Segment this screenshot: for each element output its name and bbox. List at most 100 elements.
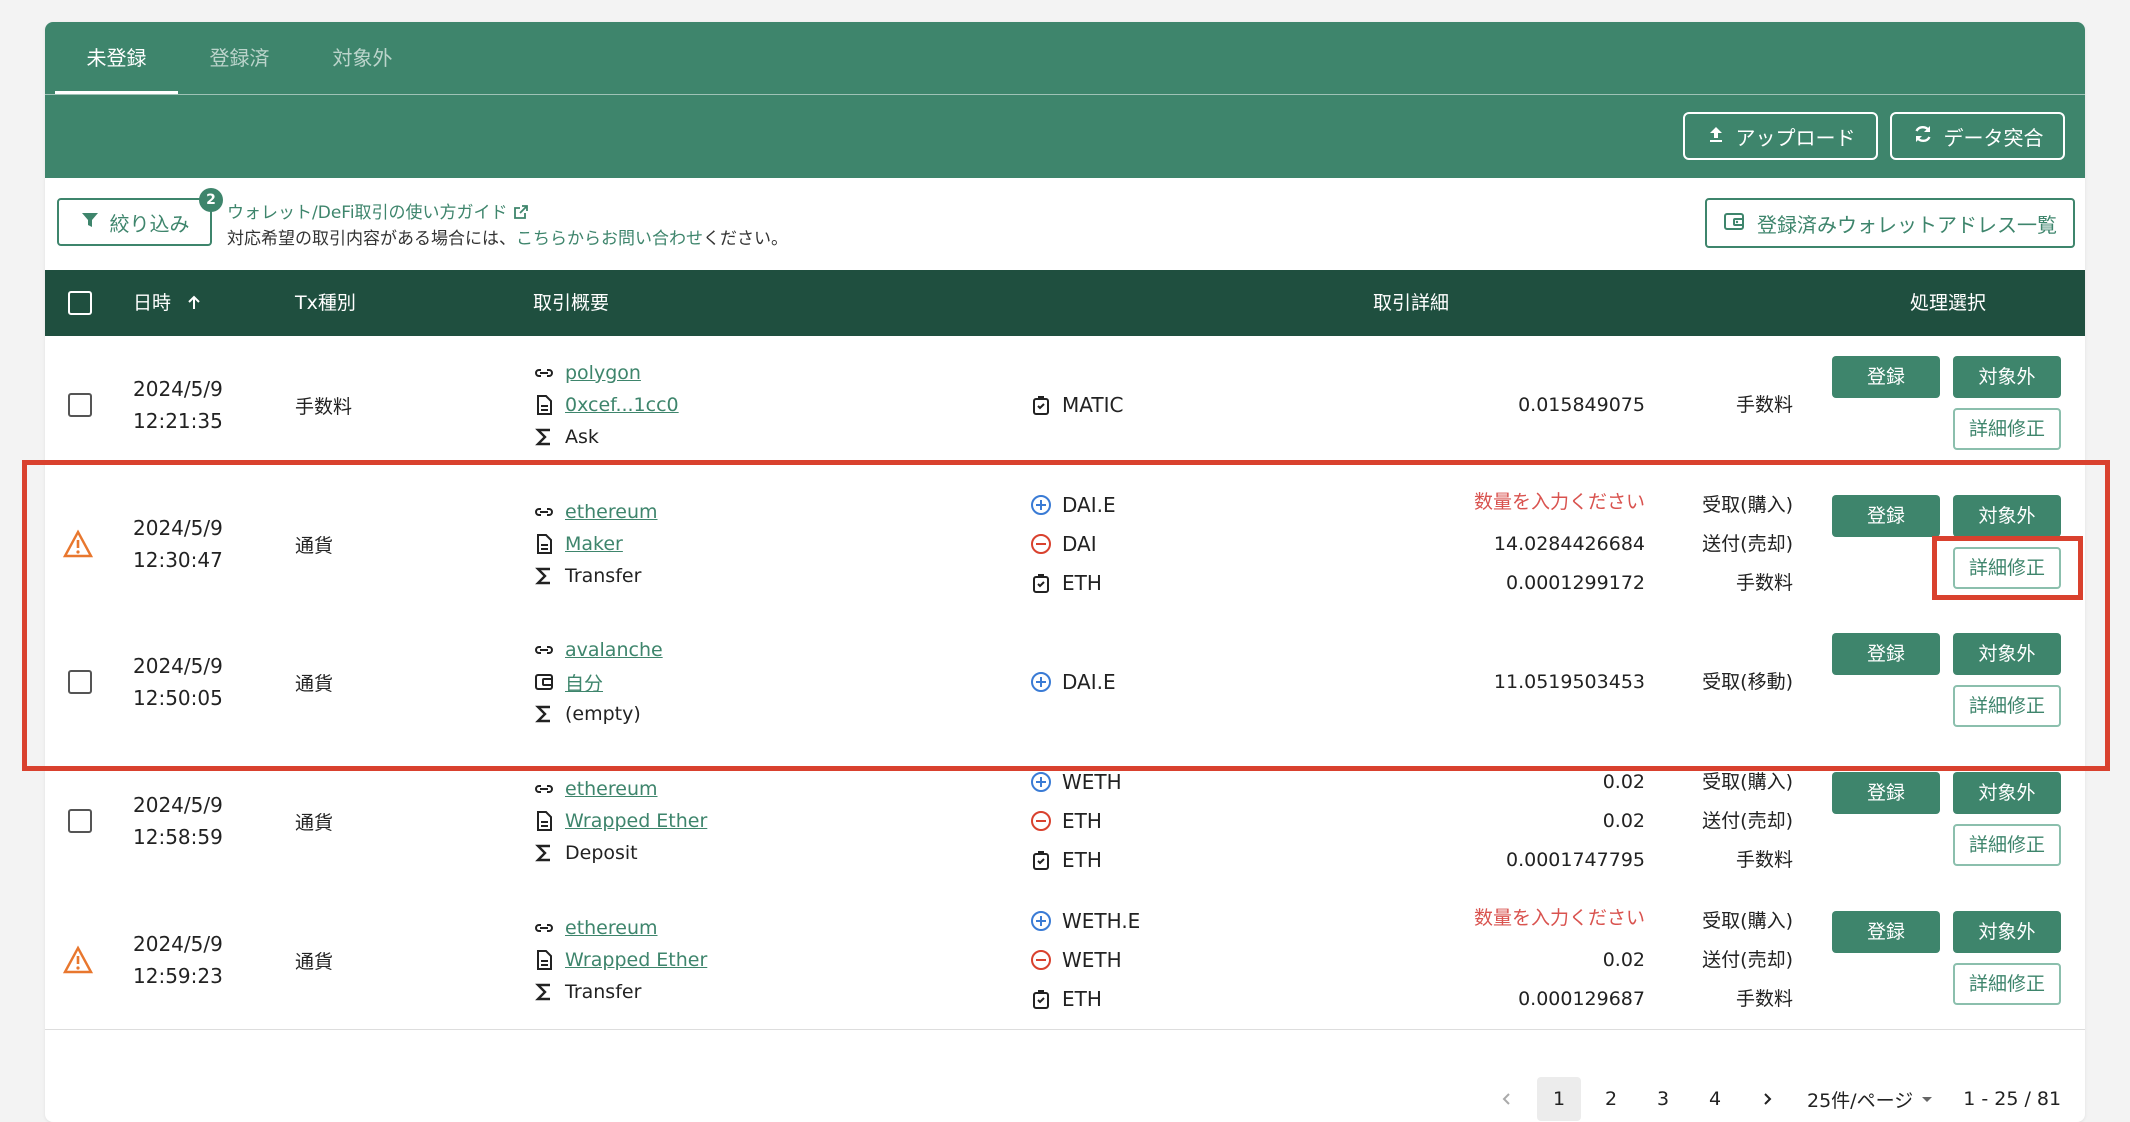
row-checkbox[interactable] — [68, 670, 92, 694]
register-button[interactable]: 登録 — [1832, 494, 1940, 537]
detail-amount: 0.0001747795 — [1505, 848, 1645, 871]
detail-amount: 0.02 — [1602, 809, 1645, 832]
table-header: 日時 Tx種別 取引概要 取引詳細 処理選択 — [45, 270, 2085, 336]
minus-circle-icon — [1030, 810, 1052, 832]
row-checkbox[interactable] — [68, 808, 92, 833]
exclude-button[interactable]: 対象外 — [1953, 356, 2061, 398]
detail-classification: 受取(移動) — [1702, 671, 1793, 693]
detail-classification: 受取(購入) — [1702, 770, 1793, 793]
column-datetime[interactable]: 日時 — [133, 270, 203, 336]
detail-asset: DAI.E — [1030, 667, 1116, 697]
row-method: Deposit — [565, 841, 638, 864]
edit-details-button[interactable]: 詳細修正 — [1953, 685, 2061, 727]
warning-icon — [62, 944, 94, 975]
fee-clipboard-icon — [1030, 988, 1052, 1010]
row-method: Transfer — [565, 564, 642, 587]
row-chain-link[interactable]: ethereum — [565, 501, 658, 523]
detail-asset: DAI.E — [1030, 490, 1116, 520]
prev-page-icon[interactable] — [1485, 1077, 1529, 1121]
column-detail: 取引詳細 — [1373, 292, 1450, 314]
detail-classification: 受取(購入) — [1702, 493, 1793, 516]
contact-notice: 対応希望の取引内容がある場合には、こちらからお問い合わせください。 — [227, 224, 788, 249]
tab-registered[interactable]: 登録済 — [178, 22, 301, 94]
detail-classification: 送付(売却) — [1702, 948, 1793, 971]
per-page-select[interactable]: 25件/ページ — [1807, 1086, 1933, 1113]
register-button[interactable]: 登録 — [1832, 356, 1940, 398]
tab-unregistered[interactable]: 未登録 — [55, 22, 178, 94]
register-button[interactable]: 登録 — [1832, 633, 1940, 675]
document-icon — [533, 949, 555, 971]
detail-asset: ETH — [1030, 984, 1102, 1014]
row-date: 2024/5/9 — [133, 931, 223, 956]
row-contract-link[interactable]: Maker — [565, 533, 623, 555]
select-all-checkbox[interactable] — [68, 291, 92, 315]
table-row: 2024/5/9 12:21:35 手数料 polygon 0xcef...1cc0 As… — [45, 336, 2085, 475]
edit-details-button[interactable]: 詳細修正 — [1953, 962, 2061, 1005]
row-tx-type: 通貨 — [295, 811, 334, 834]
detail-amount: 0.02 — [1602, 948, 1645, 971]
column-tx-type: Tx種別 — [295, 292, 356, 314]
detail-asset: DAI — [1030, 529, 1097, 559]
detail-amount: 0.015849075 — [1518, 394, 1645, 416]
fee-clipboard-icon — [1030, 849, 1052, 871]
plus-circle-icon — [1030, 910, 1052, 932]
summary-line: polygon — [533, 358, 641, 388]
row-chain-link[interactable]: ethereum — [565, 778, 658, 800]
contact-link[interactable]: こちらからお問い合わせ — [516, 229, 703, 249]
notice-text-end: ください。 — [703, 229, 788, 249]
summary-line: ethereum — [533, 774, 658, 804]
upload-button[interactable]: アップロード — [1683, 112, 1878, 160]
row-tx-type: 通貨 — [295, 673, 334, 695]
register-button[interactable]: 登録 — [1832, 771, 1940, 814]
exclude-button[interactable]: 対象外 — [1953, 494, 2061, 537]
row-tx-type: 通貨 — [295, 534, 334, 557]
tab-excluded[interactable]: 対象外 — [301, 22, 424, 94]
row-chain-link[interactable]: avalanche — [565, 639, 663, 661]
row-contract-link[interactable]: 0xcef...1cc0 — [565, 394, 679, 416]
row-contract-link[interactable]: Wrapped Ether — [565, 949, 707, 971]
edit-details-button[interactable]: 詳細修正 — [1953, 546, 2061, 589]
wallet-address-list-button[interactable]: 登録済みウォレットアドレス一覧 — [1705, 198, 2075, 248]
row-contract-link[interactable]: 自分 — [565, 669, 603, 696]
chain-link-icon — [533, 778, 555, 800]
sigma-icon — [533, 981, 555, 1003]
row-time: 12:21:35 — [133, 409, 223, 433]
page-2[interactable]: 2 — [1589, 1077, 1633, 1121]
sigma-icon — [533, 565, 555, 587]
row-method: Ask — [565, 426, 599, 448]
page-3[interactable]: 3 — [1641, 1077, 1685, 1121]
detail-asset: WETH — [1030, 767, 1122, 797]
row-datetime: 2024/5/9 12:21:35 — [133, 373, 223, 437]
top-bar: 未登録 登録済 対象外 アップロード データ突合 — [45, 22, 2085, 178]
edit-details-button[interactable]: 詳細修正 — [1953, 408, 2061, 450]
wallet-icon — [1723, 210, 1745, 237]
row-time: 12:30:47 — [133, 547, 223, 572]
row-time: 12:59:23 — [133, 963, 223, 988]
summary-line: Deposit — [533, 838, 638, 868]
detail-classification: 送付(売却) — [1702, 532, 1793, 555]
sigma-icon — [533, 842, 555, 864]
edit-details-button[interactable]: 詳細修正 — [1953, 823, 2061, 866]
next-page-icon[interactable] — [1745, 1077, 1789, 1121]
exclude-button[interactable]: 対象外 — [1953, 633, 2061, 675]
row-chain-link[interactable]: ethereum — [565, 917, 658, 939]
filter-button[interactable]: 絞り込み — [57, 198, 212, 246]
reconcile-button[interactable]: データ突合 — [1890, 112, 2065, 160]
detail-amount: 11.0519503453 — [1493, 671, 1645, 693]
row-contract-link[interactable]: Wrapped Ether — [565, 810, 707, 832]
detail-amount: 0.02 — [1602, 770, 1645, 793]
row-datetime: 2024/5/9 12:30:47 — [133, 512, 223, 576]
filter-label: 絞り込み — [109, 211, 190, 236]
sort-ascending-icon — [177, 292, 203, 314]
page-4[interactable]: 4 — [1693, 1077, 1737, 1121]
row-checkbox[interactable] — [68, 393, 92, 417]
asset-symbol: DAI — [1062, 531, 1097, 556]
row-chain-link[interactable]: polygon — [565, 362, 641, 384]
usage-guide-link[interactable]: ウォレット/DeFi取引の使い方ガイド — [227, 198, 529, 223]
exclude-button[interactable]: 対象外 — [1953, 771, 2061, 814]
exclude-button[interactable]: 対象外 — [1953, 910, 2061, 953]
page-1[interactable]: 1 — [1537, 1077, 1581, 1121]
minus-circle-icon — [1030, 949, 1052, 971]
asset-symbol: DAI.E — [1062, 492, 1116, 517]
register-button[interactable]: 登録 — [1832, 910, 1940, 953]
